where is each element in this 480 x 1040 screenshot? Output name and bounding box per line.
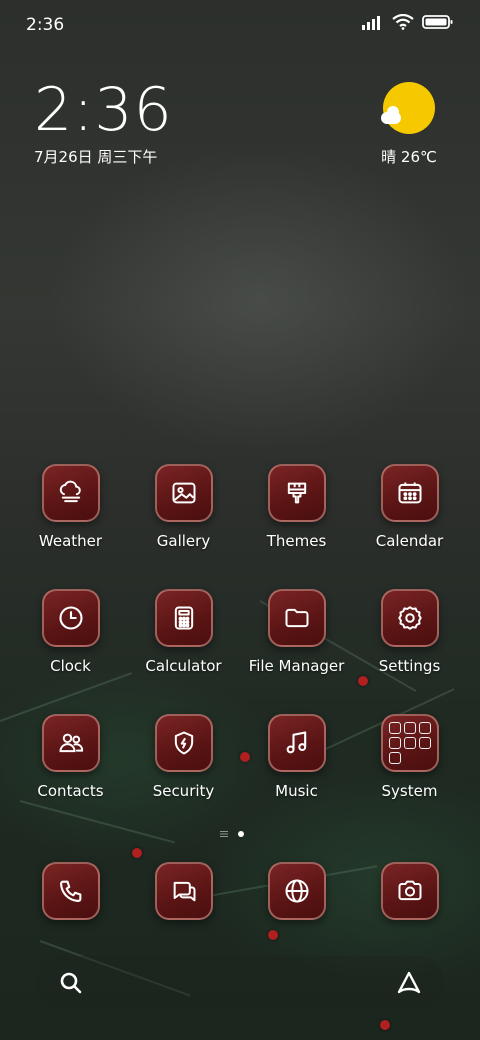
app-calculator[interactable]: Calculator [127, 589, 240, 675]
app-weather[interactable]: Weather [14, 464, 127, 550]
app-music[interactable]: Music [240, 714, 353, 800]
app-contacts[interactable]: Contacts [14, 714, 127, 800]
wifi-icon [392, 14, 414, 30]
app-label: System [381, 782, 438, 800]
app-calendar[interactable]: Calendar [353, 464, 466, 550]
page-indicator[interactable] [0, 830, 480, 838]
clock-time: 2:36 [34, 75, 173, 145]
app-label: Gallery [156, 532, 211, 550]
calculator-icon [154, 589, 213, 647]
app-system-folder[interactable]: System [353, 714, 466, 800]
music-note-icon [267, 714, 326, 772]
sun-cloud-icon [381, 82, 435, 134]
app-settings[interactable]: Settings [353, 589, 466, 675]
gallery-icon [154, 464, 213, 522]
dock-phone[interactable] [14, 862, 127, 920]
folder-icon [267, 589, 326, 647]
weather-icon [41, 464, 100, 522]
status-time: 2:36 [26, 15, 65, 35]
assistant-icon[interactable] [394, 968, 424, 998]
status-bar: 2:36 [0, 0, 480, 50]
app-clock[interactable]: Clock [14, 589, 127, 675]
page-menu-icon [220, 831, 228, 837]
search-bar[interactable] [36, 956, 444, 1010]
clock-widget[interactable]: 2:36 7月26日 周三下午 [34, 78, 173, 167]
clock-date: 7月26日 周三下午 [34, 148, 158, 166]
contacts-icon [41, 714, 100, 772]
signal-icon [362, 16, 380, 30]
brush-icon [267, 464, 326, 522]
app-label: Weather [38, 532, 103, 550]
dock-camera[interactable] [353, 862, 466, 920]
gear-icon [380, 589, 439, 647]
app-security[interactable]: Security [127, 714, 240, 800]
app-label: Themes [266, 532, 327, 550]
dock-browser[interactable] [240, 862, 353, 920]
shield-icon [154, 714, 213, 772]
search-icon[interactable] [58, 970, 84, 996]
app-label: Security [152, 782, 215, 800]
weather-widget[interactable]: 晴 26℃ [374, 82, 444, 167]
clock-icon [41, 589, 100, 647]
folder-grid-icon [380, 714, 439, 772]
calendar-icon [380, 464, 439, 522]
app-label: Music [275, 782, 318, 800]
browser-icon [267, 862, 326, 920]
app-label: Calendar [375, 532, 444, 550]
weather-text: 晴 26℃ [381, 148, 437, 166]
messages-icon [154, 862, 213, 920]
dock-messages[interactable] [127, 862, 240, 920]
app-file-manager[interactable]: File Manager [240, 589, 353, 675]
app-themes[interactable]: Themes [240, 464, 353, 550]
battery-icon [422, 15, 453, 29]
app-label: Clock [50, 657, 91, 675]
app-label: Calculator [145, 657, 222, 675]
page-dot-active [238, 831, 244, 837]
app-label: Settings [378, 657, 441, 675]
app-gallery[interactable]: Gallery [127, 464, 240, 550]
phone-icon [41, 862, 100, 920]
app-label: Contacts [37, 782, 104, 800]
camera-icon [380, 862, 439, 920]
status-icons [362, 14, 454, 30]
app-label: File Manager [248, 657, 345, 675]
